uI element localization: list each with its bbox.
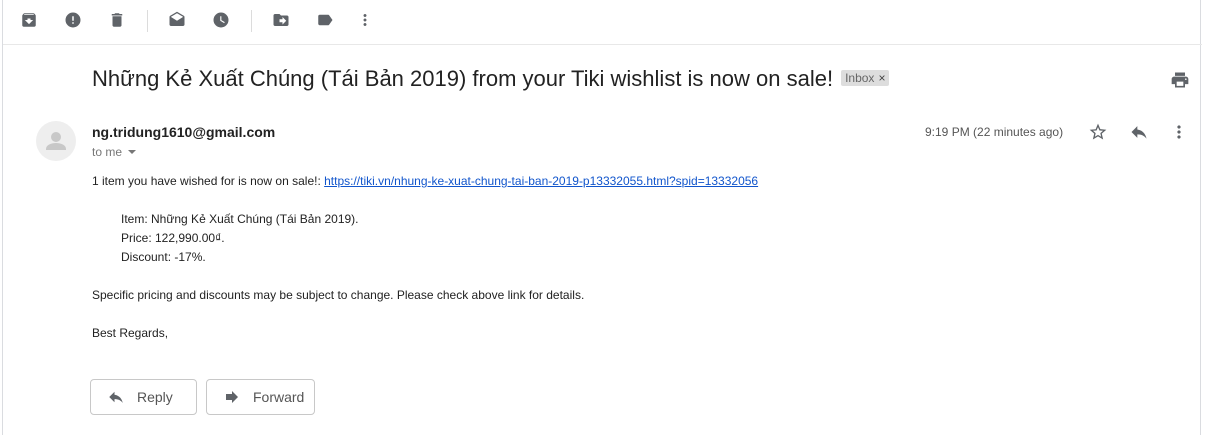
item-line: Item: Những Kẻ Xuất Chúng (Tái Bản 2019)… bbox=[121, 212, 359, 226]
mark-unread-icon[interactable] bbox=[167, 10, 187, 30]
reply-button[interactable]: Reply bbox=[90, 379, 197, 415]
move-to-icon[interactable] bbox=[271, 10, 291, 30]
reply-icon[interactable] bbox=[1129, 122, 1149, 142]
delete-icon[interactable] bbox=[107, 10, 127, 30]
more-options-icon[interactable] bbox=[1169, 122, 1189, 142]
forward-button-label: Forward bbox=[253, 389, 305, 405]
email-subject: Những Kẻ Xuất Chúng (Tái Bản 2019) from … bbox=[92, 66, 890, 92]
reply-button-label: Reply bbox=[137, 389, 173, 405]
inbox-label-chip: Inbox × bbox=[841, 70, 890, 86]
price-line: Price: 122,990.00₫. bbox=[121, 231, 225, 245]
label-icon[interactable] bbox=[315, 10, 335, 30]
email-view: Những Kẻ Xuất Chúng (Tái Bản 2019) from … bbox=[2, 0, 1202, 435]
archive-icon[interactable] bbox=[19, 10, 39, 30]
closing-line: Best Regards, bbox=[92, 326, 169, 340]
discount-line: Discount: -17%. bbox=[121, 250, 206, 264]
chevron-down-icon bbox=[128, 150, 137, 154]
email-body: 1 item you have wished for is now on sal… bbox=[92, 172, 758, 343]
reply-icon bbox=[109, 391, 123, 403]
forward-icon bbox=[226, 391, 238, 403]
intro-text: 1 item you have wished for is now on sal… bbox=[92, 174, 325, 188]
remove-label-button[interactable]: × bbox=[878, 71, 885, 85]
sender-email[interactable]: ng.tridung1610@gmail.com bbox=[92, 124, 275, 140]
toolbar-divider bbox=[147, 10, 148, 32]
toolbar bbox=[3, 0, 1202, 45]
report-spam-icon[interactable] bbox=[63, 10, 83, 30]
intro-line: 1 item you have wished for is now on sal… bbox=[92, 172, 758, 191]
recipients-text: to me bbox=[92, 145, 123, 159]
avatar[interactable] bbox=[36, 121, 76, 161]
more-vert-icon[interactable] bbox=[355, 10, 375, 30]
forward-button[interactable]: Forward bbox=[206, 379, 315, 415]
disclaimer-line: Specific pricing and discounts may be su… bbox=[92, 288, 585, 302]
print-icon[interactable] bbox=[1170, 70, 1190, 90]
star-icon[interactable] bbox=[1088, 122, 1108, 142]
label-chip-text: Inbox bbox=[845, 71, 875, 85]
recipients-toggle[interactable]: to me bbox=[92, 145, 137, 159]
email-timestamp: 9:19 PM (22 minutes ago) bbox=[925, 125, 1064, 139]
toolbar-divider bbox=[251, 10, 252, 32]
subject-text: Những Kẻ Xuất Chúng (Tái Bản 2019) from … bbox=[92, 66, 834, 91]
snooze-icon[interactable] bbox=[211, 10, 231, 30]
product-link[interactable]: https://tiki.vn/nhung-ke-xuat-chung-tai-… bbox=[324, 174, 758, 188]
